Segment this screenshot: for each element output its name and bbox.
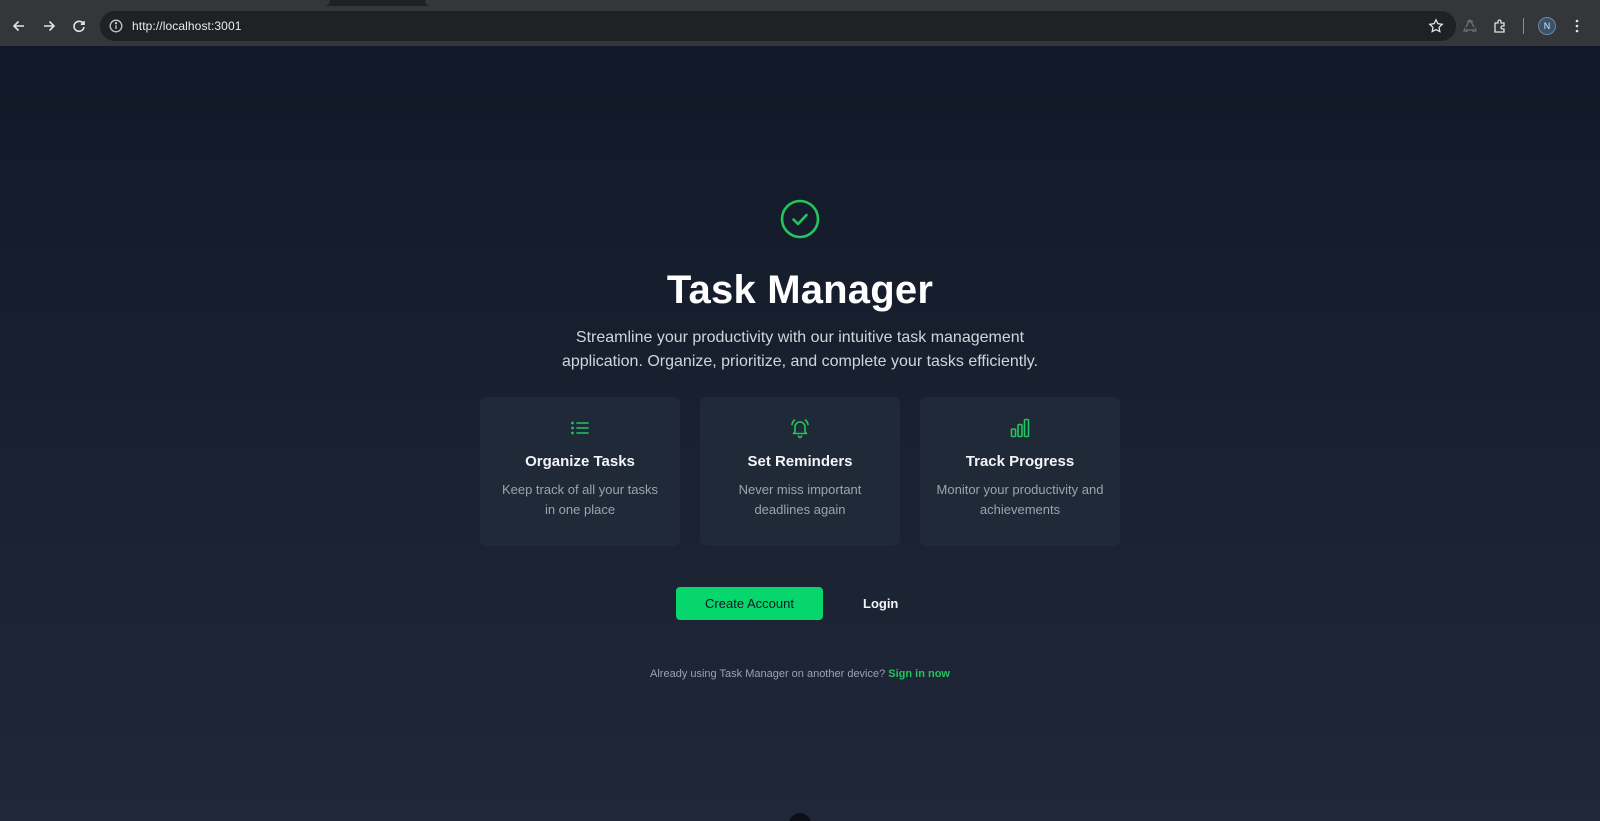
arrow-left-icon: [12, 20, 24, 32]
address-bar[interactable]: http://localhost:3001: [100, 11, 1456, 41]
landing-page: Task Manager Streamline your productivit…: [0, 46, 1600, 821]
feature-description: Monitor your productivity and achievemen…: [936, 482, 1104, 517]
feature-title: Set Reminders: [747, 453, 853, 470]
browser-toolbar: http://localhost:3001 N: [0, 6, 1600, 46]
menu-kebab-icon[interactable]: [1562, 11, 1592, 41]
bookmark-star-icon[interactable]: [1428, 18, 1444, 34]
feature-card-reminders: Set Reminders Never miss important deadl…: [700, 397, 900, 546]
feature-title: Organize Tasks: [525, 453, 635, 470]
bar-chart-icon: [1010, 418, 1030, 438]
sign-in-link[interactable]: Sign in now: [888, 668, 950, 680]
url-text[interactable]: http://localhost:3001: [132, 19, 242, 33]
create-account-button[interactable]: Create Account: [676, 587, 823, 620]
feature-card-progress: Track Progress Monitor your productivity…: [920, 397, 1120, 546]
extensions-icon[interactable]: [1485, 11, 1515, 41]
footer-note: Already using Task Manager on another de…: [0, 668, 1600, 680]
toolbar-divider: [1523, 18, 1524, 34]
feature-card-organize: Organize Tasks Keep track of all your ta…: [480, 397, 680, 546]
bottom-indicator: [789, 813, 811, 821]
feature-description: Keep track of all your tasks in one plac…: [501, 482, 659, 517]
toolbar-right: N: [1455, 6, 1600, 46]
feature-description: Never miss important deadlines again: [738, 482, 862, 517]
check-circle-icon: [780, 199, 820, 239]
list-icon: [571, 421, 589, 435]
cta-actions: Create Account Login: [676, 587, 898, 620]
arrow-right-icon: [44, 20, 56, 32]
bell-icon: [791, 419, 809, 439]
login-button[interactable]: Login: [863, 596, 898, 611]
forward-button[interactable]: [34, 11, 64, 41]
page-title: Task Manager: [666, 268, 934, 312]
site-info-icon[interactable]: [109, 19, 123, 33]
reload-icon: [73, 20, 85, 33]
recycle-icon[interactable]: [1455, 11, 1485, 41]
profile-avatar[interactable]: N: [1538, 17, 1556, 35]
footer-prompt: Already using Task Manager on another de…: [650, 668, 886, 680]
feature-title: Track Progress: [965, 453, 1075, 470]
reload-button[interactable]: [64, 11, 94, 41]
back-button[interactable]: [4, 11, 34, 41]
feature-cards: Organize Tasks Keep track of all your ta…: [480, 397, 1121, 546]
page-subtitle: Streamline your productivity with our in…: [561, 329, 1039, 370]
